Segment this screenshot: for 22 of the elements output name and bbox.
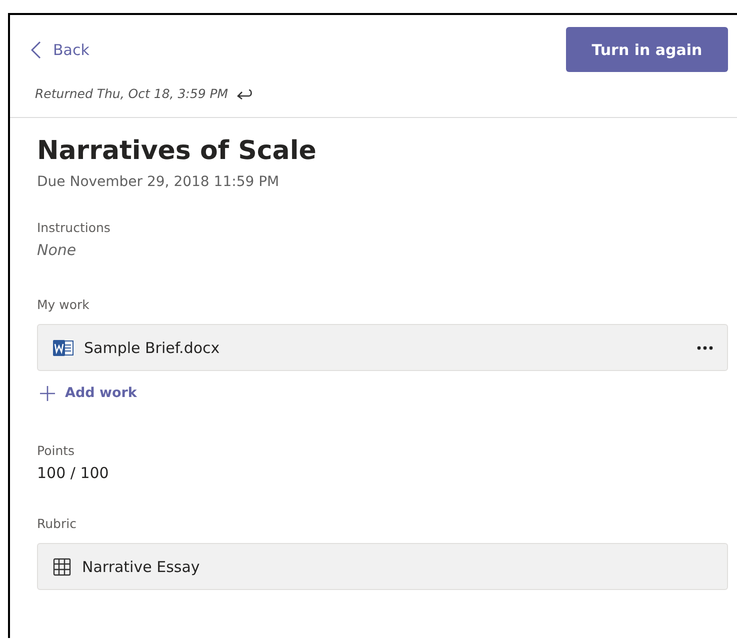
due-date: Due November 29, 2018 11:59 PM (37, 174, 280, 190)
turn-in-again-button[interactable]: Turn in again (566, 27, 728, 72)
rubric-name: Narrative Essay (82, 558, 201, 576)
more-options-icon[interactable] (697, 346, 713, 350)
points-value: 100 / 100 (37, 464, 110, 482)
rubric-label: Rubric (37, 516, 78, 531)
instructions-value: None (37, 241, 78, 259)
table-grid-icon (52, 556, 72, 576)
file-name: Sample Brief.docx (84, 338, 221, 356)
rubric-card[interactable]: Narrative Essay (37, 543, 728, 590)
assignment-title: Narratives of Scale (37, 136, 318, 166)
return-arrow-icon (236, 88, 254, 100)
my-work-label: My work (37, 297, 90, 312)
returned-date: Returned Thu, Oct 18, 3:59 PM (35, 86, 228, 101)
chevron-left-icon (31, 40, 41, 58)
plus-icon (40, 386, 55, 400)
add-work-link[interactable]: Add work (37, 385, 137, 401)
back-link[interactable]: Back (31, 40, 90, 58)
instructions-label: Instructions (37, 220, 112, 235)
points-label: Points (37, 443, 76, 458)
word-document-icon (52, 338, 74, 356)
file-card[interactable]: Sample Brief.docx (37, 324, 728, 371)
